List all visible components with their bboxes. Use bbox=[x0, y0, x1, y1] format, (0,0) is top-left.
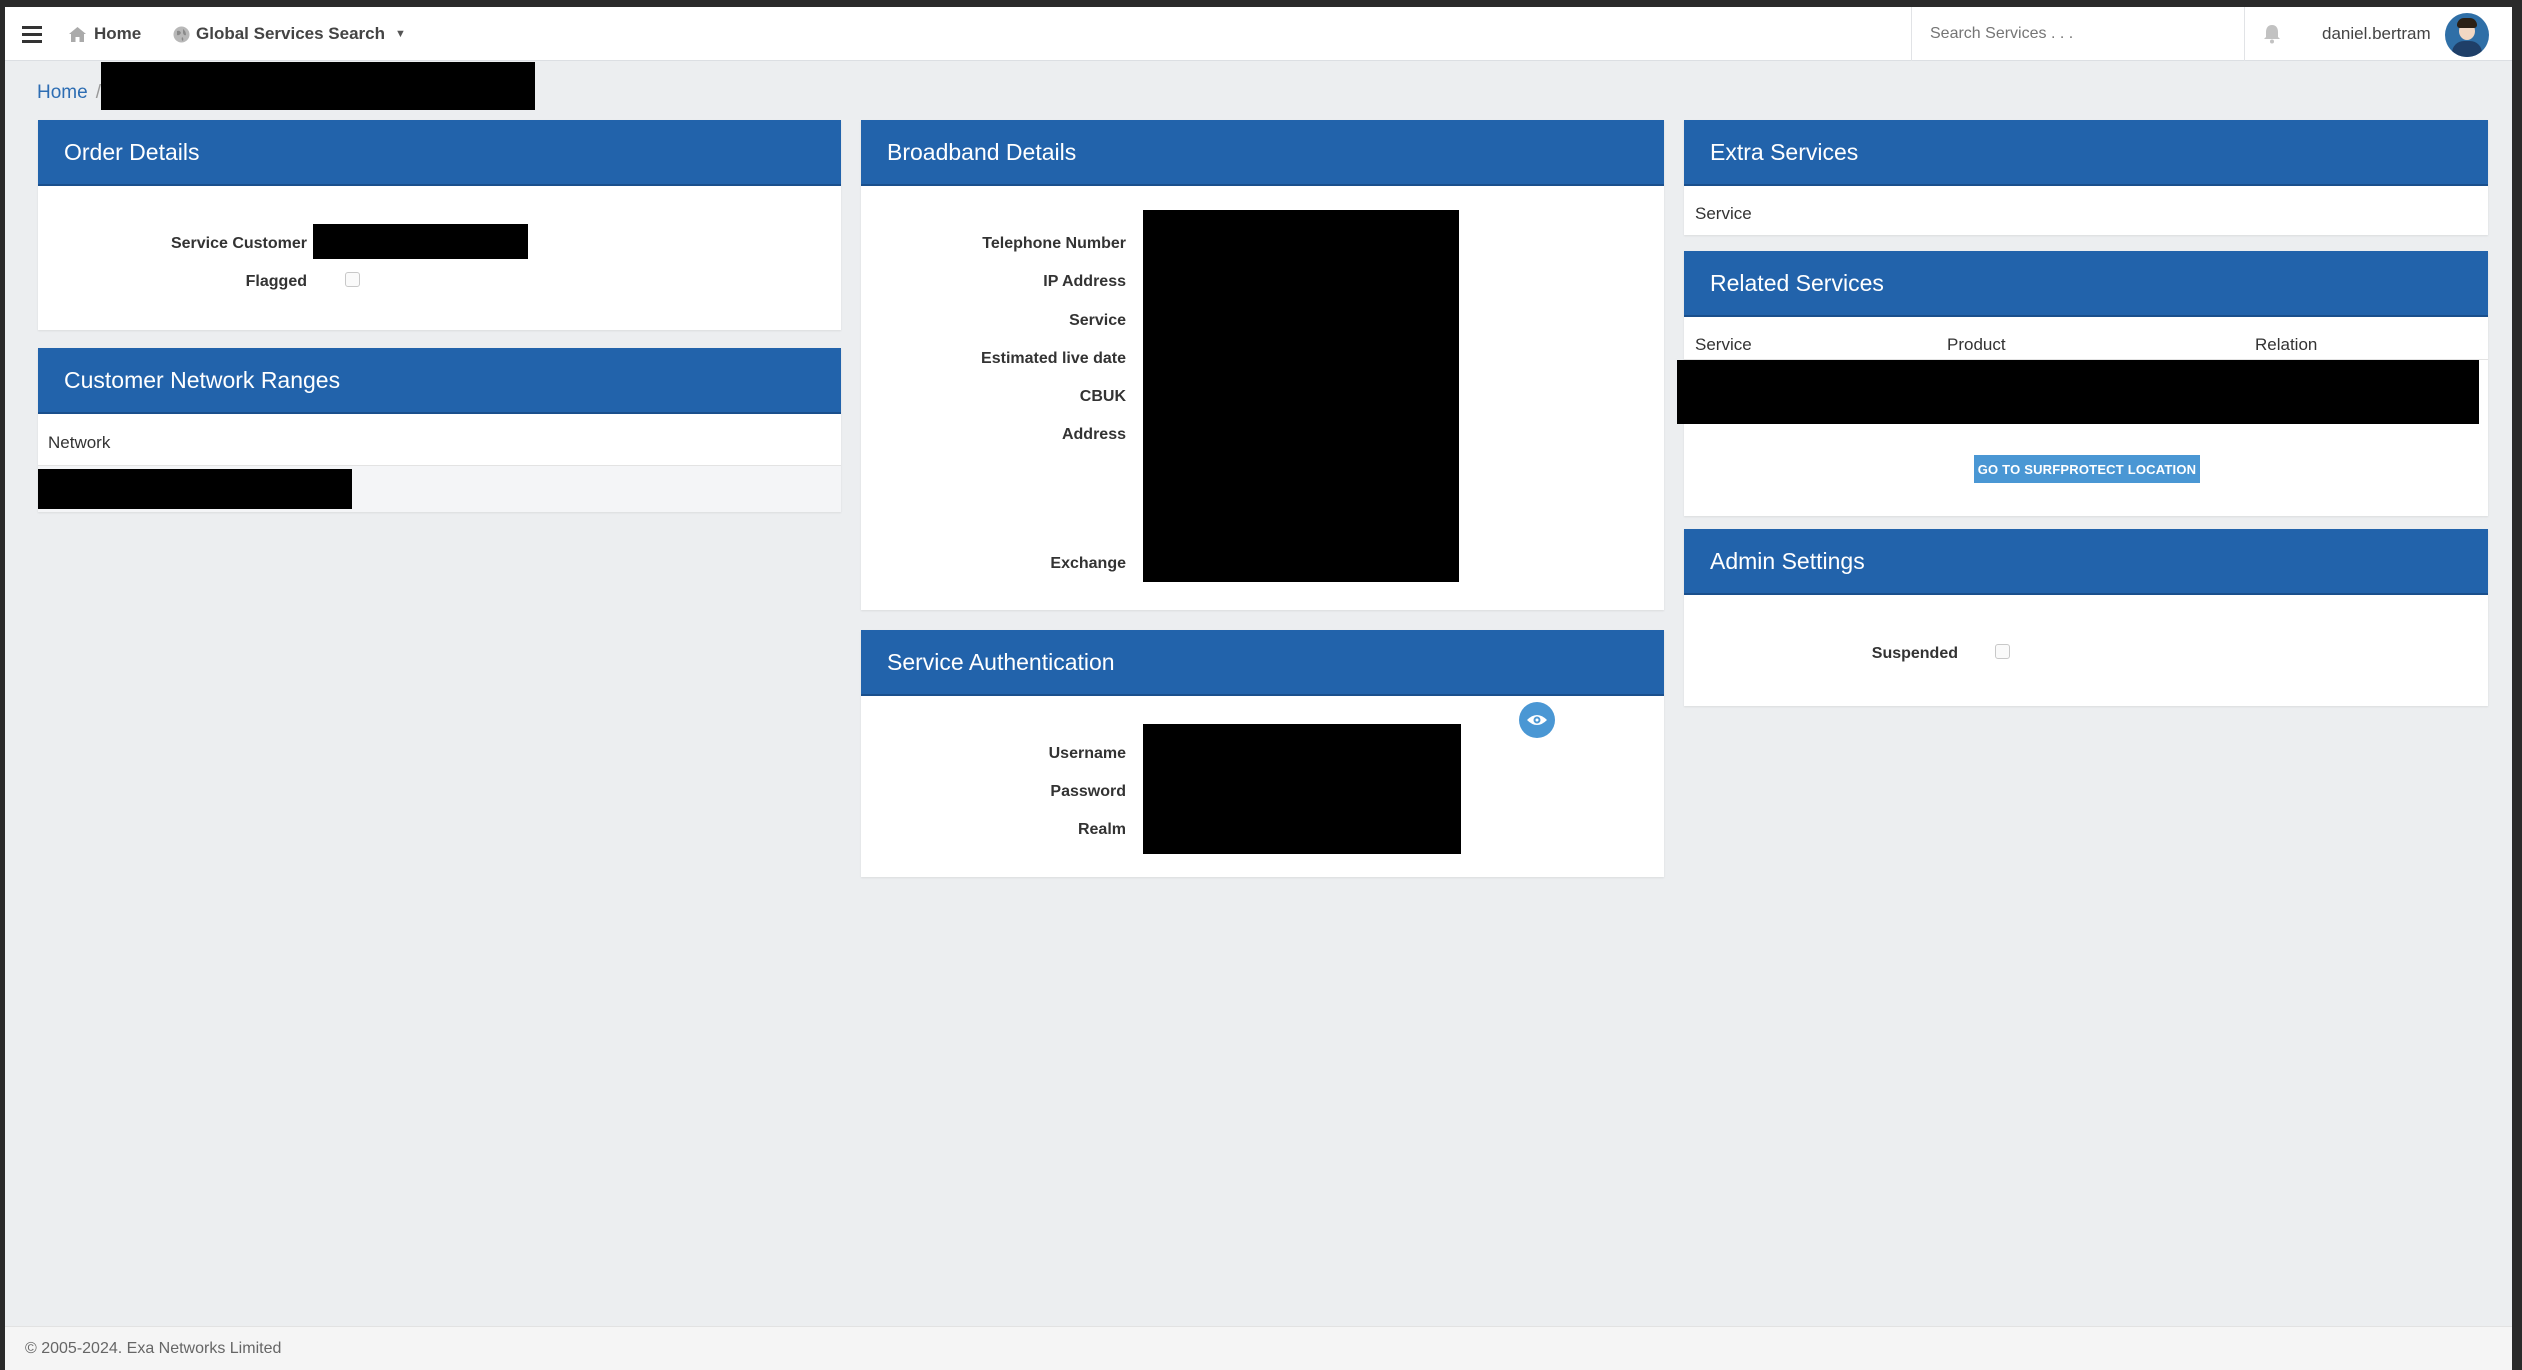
redacted-auth-values bbox=[1143, 724, 1461, 854]
flagged-label: Flagged bbox=[245, 273, 307, 290]
notifications-bell-icon[interactable] bbox=[2259, 7, 2285, 61]
search-input[interactable] bbox=[1930, 25, 2244, 43]
address-label: Address bbox=[1061, 426, 1126, 443]
extra-services-panel: Extra Services Service bbox=[1684, 120, 2488, 235]
user-menu-name[interactable]: daniel.bertram bbox=[2322, 7, 2431, 61]
nav-global-search-label: Global Services Search bbox=[196, 24, 385, 43]
nav-home-link[interactable]: Home bbox=[69, 7, 141, 61]
customer-network-ranges-panel: Customer Network Ranges Network bbox=[38, 348, 841, 512]
eye-icon bbox=[1527, 715, 1547, 725]
network-column-header: Network bbox=[48, 433, 111, 452]
customer-network-ranges-title: Customer Network Ranges bbox=[38, 348, 841, 414]
admin-settings-title: Admin Settings bbox=[1684, 529, 2488, 595]
extra-service-column-header: Service bbox=[1695, 204, 1752, 223]
exchange-label: Exchange bbox=[1050, 555, 1126, 572]
menu-toggle-icon[interactable] bbox=[21, 7, 43, 61]
service-customer-label: Service Customer bbox=[170, 235, 307, 252]
redacted-breadcrumb-current bbox=[101, 62, 535, 110]
related-services-panel: Related Services Service Product Relatio… bbox=[1677, 251, 2488, 516]
relation-column-header: Relation bbox=[2255, 335, 2318, 354]
realm-label: Realm bbox=[1077, 821, 1126, 838]
globe-icon bbox=[173, 26, 190, 42]
order-details-panel: Order Details Service Customer Flagged bbox=[38, 120, 841, 330]
footer-copyright: © 2005-2024. Exa Networks Limited bbox=[25, 1339, 282, 1357]
home-icon bbox=[69, 26, 86, 42]
product-column-header: Product bbox=[1947, 335, 2006, 354]
flagged-checkbox[interactable] bbox=[345, 272, 360, 287]
service-authentication-panel: Service Authentication Username Password… bbox=[861, 630, 1664, 877]
password-label: Password bbox=[1050, 783, 1126, 800]
redacted-related-services-row bbox=[1677, 360, 2479, 424]
related-services-title: Related Services bbox=[1684, 251, 2488, 317]
breadcrumb-home-link[interactable]: Home bbox=[37, 82, 88, 104]
service-label: Service bbox=[1069, 312, 1126, 329]
redacted-broadband-values bbox=[1143, 210, 1459, 582]
broadband-details-title: Broadband Details bbox=[861, 120, 1664, 186]
ip-address-label: IP Address bbox=[1043, 273, 1126, 290]
username-label: Username bbox=[1048, 745, 1126, 762]
admin-settings-panel: Admin Settings Suspended bbox=[1684, 529, 2488, 706]
search-box bbox=[1911, 7, 2245, 61]
cbuk-label: CBUK bbox=[1079, 388, 1126, 405]
caret-down-icon: ▼ bbox=[395, 28, 406, 40]
service-authentication-title: Service Authentication bbox=[861, 630, 1664, 696]
telephone-number-label: Telephone Number bbox=[982, 235, 1126, 252]
breadcrumb: Home / bbox=[37, 70, 101, 116]
app-window: Home Global Services Search ▼ daniel.ber… bbox=[5, 7, 2512, 1370]
broadband-details-panel: Broadband Details Telephone Number IP Ad… bbox=[861, 120, 1664, 610]
avatar[interactable] bbox=[2445, 13, 2489, 57]
redacted-network-value bbox=[38, 469, 352, 509]
go-to-surfprotect-location-button[interactable]: GO TO SURFPROTECT LOCATION bbox=[1974, 455, 2200, 483]
show-password-button[interactable] bbox=[1519, 702, 1555, 738]
extra-services-title: Extra Services bbox=[1684, 120, 2488, 186]
suspended-label: Suspended bbox=[1871, 645, 1958, 662]
related-service-column-header: Service bbox=[1695, 335, 1752, 354]
redacted-service-customer bbox=[313, 224, 528, 259]
estimated-live-date-label: Estimated live date bbox=[981, 350, 1126, 367]
top-navbar: Home Global Services Search ▼ daniel.ber… bbox=[5, 7, 2512, 61]
nav-home-label: Home bbox=[94, 24, 142, 43]
nav-global-services-search[interactable]: Global Services Search ▼ bbox=[173, 7, 406, 61]
suspended-checkbox[interactable] bbox=[1995, 644, 2010, 659]
order-details-title: Order Details bbox=[38, 120, 841, 186]
footer: © 2005-2024. Exa Networks Limited bbox=[5, 1326, 2512, 1370]
